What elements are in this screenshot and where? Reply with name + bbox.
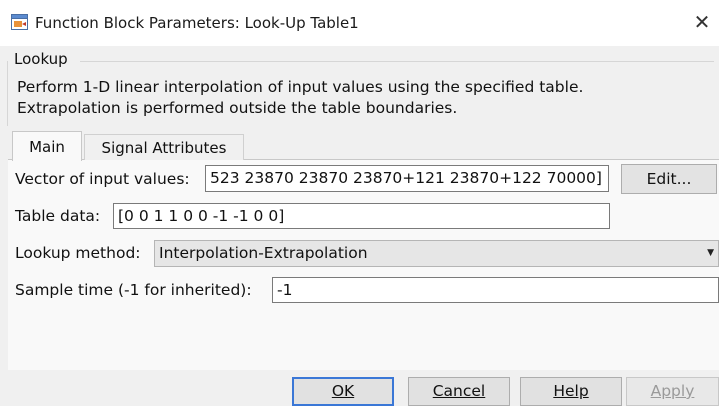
- group-border: [7, 61, 8, 126]
- description-line-1: Perform 1-D linear interpolation of inpu…: [17, 78, 584, 96]
- tab-signal-attributes[interactable]: Signal Attributes: [84, 134, 244, 160]
- help-button[interactable]: Help: [520, 377, 622, 406]
- table-data-text: [0 0 1 1 0 0 -1 -1 0 0]: [118, 207, 285, 225]
- input-values-label: Vector of input values:: [15, 170, 190, 188]
- input-values-text: 523 23870 23870 23870+121 23870+122 7000…: [210, 169, 602, 187]
- close-icon[interactable]: ✕: [690, 10, 714, 34]
- group-label-lookup: Lookup: [14, 50, 68, 68]
- apply-button[interactable]: Apply: [626, 377, 719, 406]
- apply-button-label: Apply: [650, 382, 695, 400]
- window-title: Function Block Parameters: Look-Up Table…: [35, 14, 359, 32]
- lookup-method-value: Interpolation-Extrapolation: [159, 244, 368, 262]
- description-line-2: Extrapolation is performed outside the t…: [17, 99, 458, 117]
- block-parameters-icon: [11, 14, 28, 30]
- table-data-field[interactable]: [0 0 1 1 0 0 -1 -1 0 0]: [113, 203, 610, 229]
- ok-button-label: OK: [331, 382, 355, 400]
- group-divider: [80, 61, 714, 62]
- input-values-field[interactable]: 523 23870 23870 23870+121 23870+122 7000…: [205, 165, 609, 192]
- table-data-label: Table data:: [15, 207, 101, 225]
- lookup-method-select[interactable]: Interpolation-Extrapolation ▼: [154, 240, 719, 267]
- tab-main[interactable]: Main: [12, 131, 82, 161]
- cancel-button[interactable]: Cancel: [408, 377, 510, 406]
- block-description: Perform 1-D linear interpolation of inpu…: [17, 77, 583, 119]
- chevron-down-icon: ▼: [707, 248, 714, 258]
- sample-time-field[interactable]: -1: [272, 277, 719, 303]
- title-bar: Function Block Parameters: Look-Up Table…: [0, 0, 719, 46]
- sample-time-label: Sample time (-1 for inherited):: [15, 281, 252, 299]
- edit-button[interactable]: Edit...: [621, 164, 717, 194]
- help-button-label: Help: [553, 382, 589, 400]
- lookup-method-label: Lookup method:: [15, 244, 141, 262]
- cancel-button-label: Cancel: [432, 382, 486, 400]
- sample-time-text: -1: [277, 281, 293, 299]
- ok-button[interactable]: OK: [292, 377, 394, 406]
